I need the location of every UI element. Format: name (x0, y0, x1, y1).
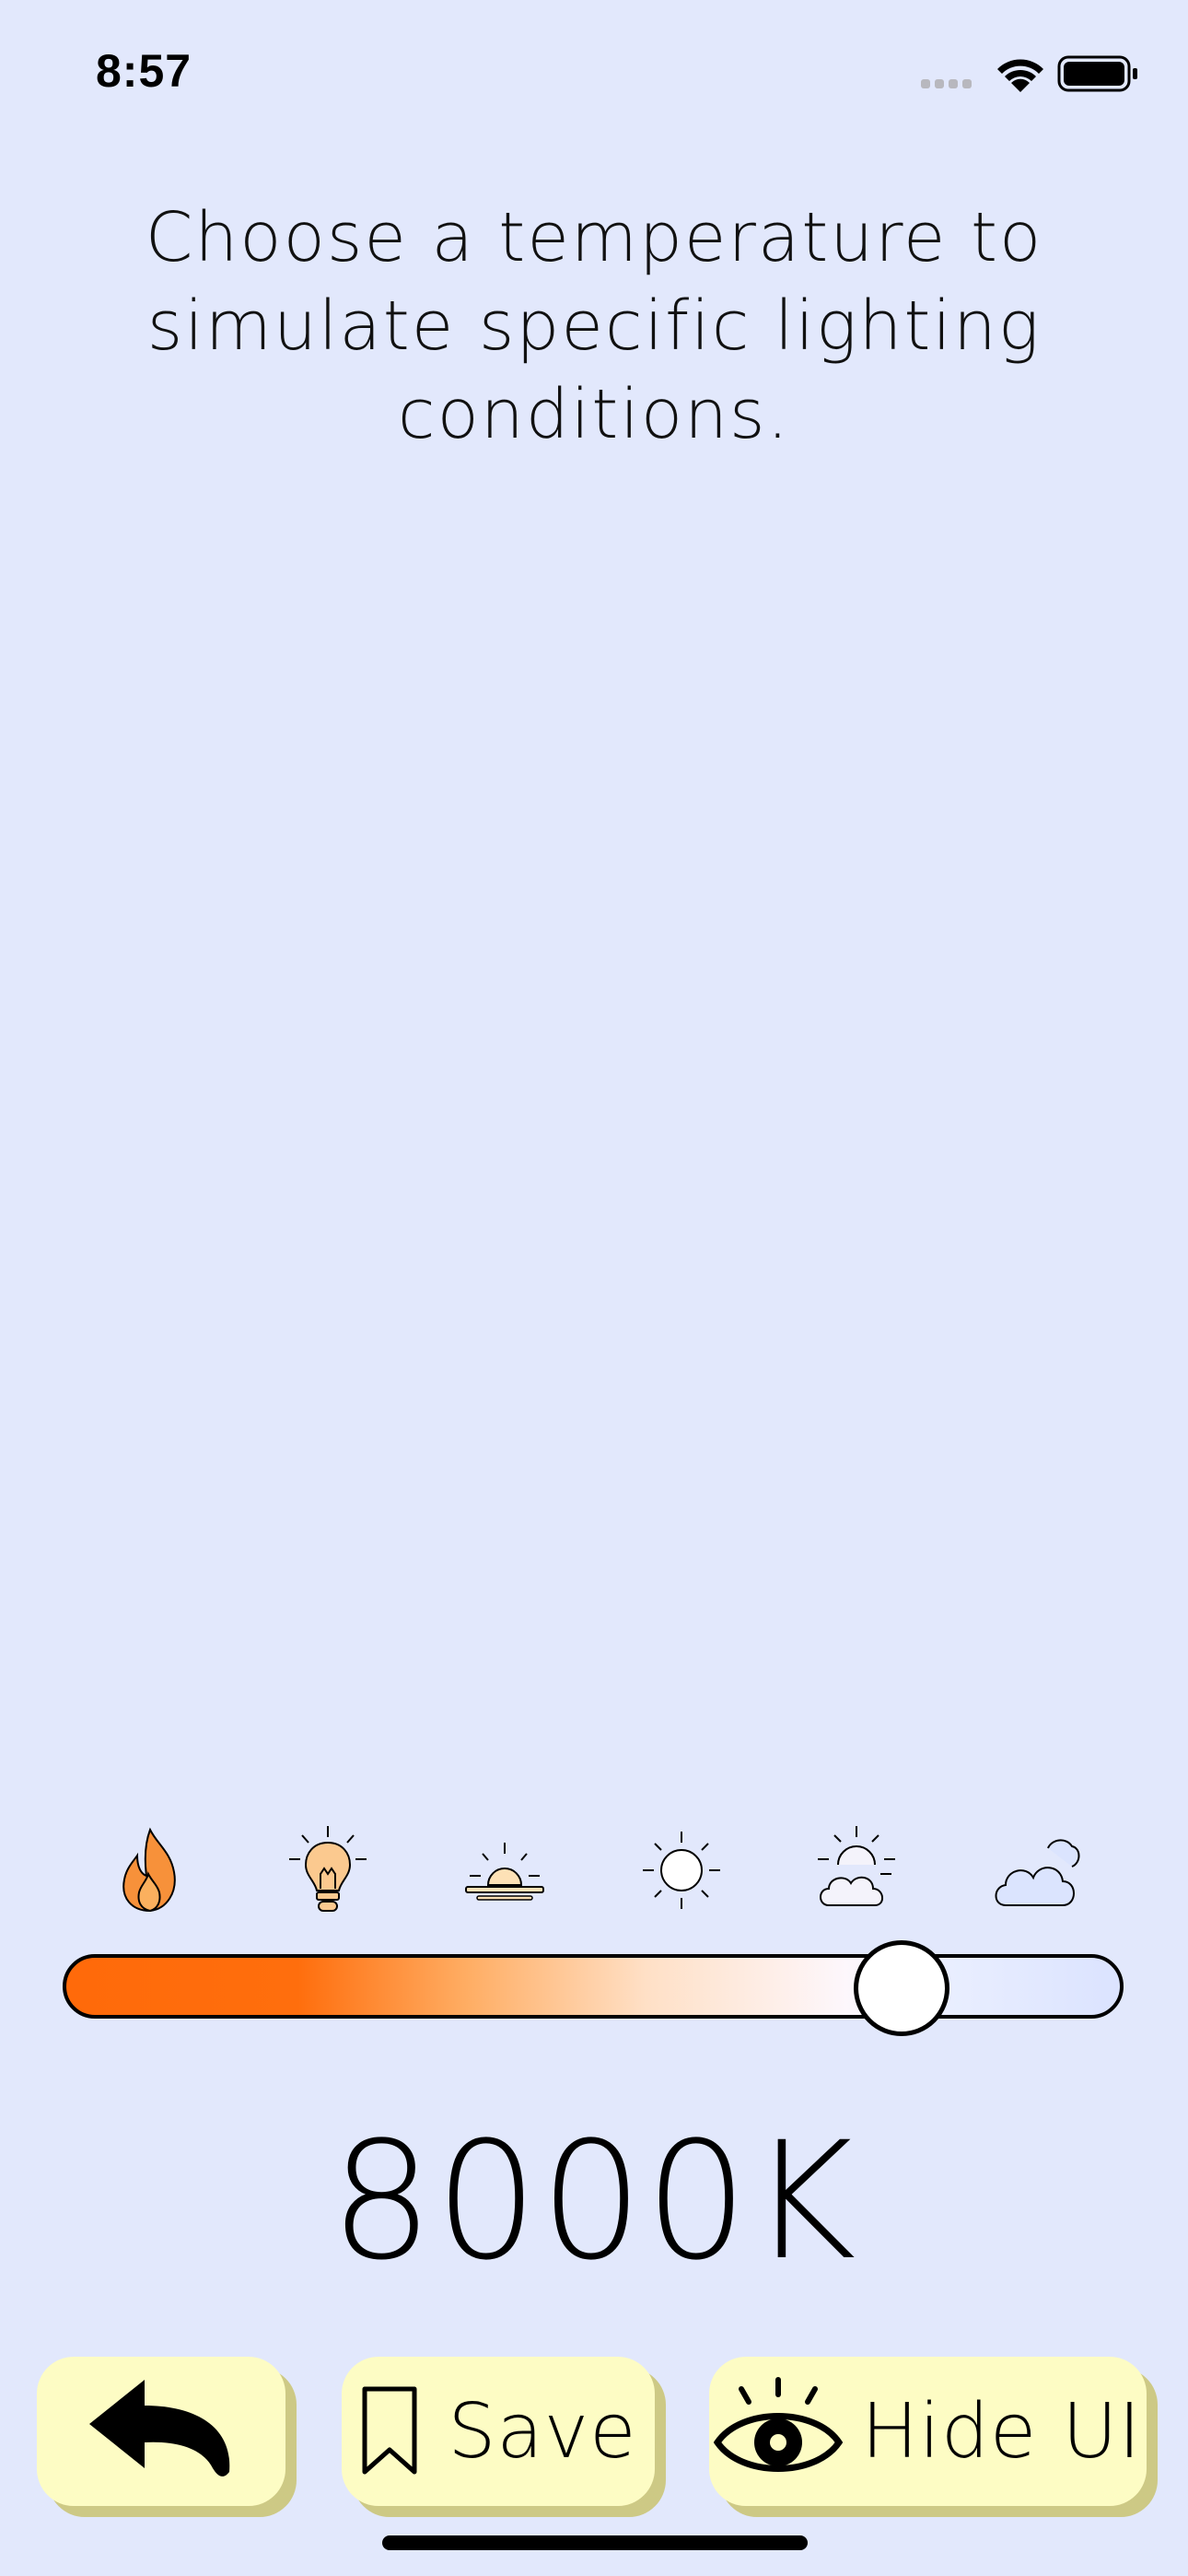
status-time: 8:57 (96, 45, 192, 97)
flame-icon[interactable] (104, 1824, 196, 1916)
back-arrow-icon (89, 2380, 230, 2476)
instruction-text: Choose a temperature to simulate specifi… (138, 193, 1050, 459)
instruction-line-3: conditions. (397, 375, 791, 454)
lightbulb-icon[interactable] (282, 1824, 374, 1916)
bookmark-icon (362, 2386, 417, 2475)
sunrise-icon[interactable] (459, 1824, 551, 1916)
sun-icon[interactable] (635, 1824, 728, 1916)
instruction-line-2: simulate specific lighting (146, 287, 1042, 366)
instruction-line-1: Choose a temperature to (145, 198, 1043, 277)
back-button[interactable] (37, 2357, 285, 2506)
temperature-slider-track[interactable] (63, 1954, 1124, 2019)
partly-cloudy-icon[interactable] (814, 1824, 906, 1916)
status-icons (921, 55, 1137, 92)
battery-icon (1057, 55, 1137, 92)
save-label: Save (448, 2387, 637, 2476)
temperature-slider-thumb[interactable] (854, 1940, 949, 2036)
save-button[interactable]: Save (342, 2357, 655, 2506)
hide-ui-label: Hide UI (861, 2387, 1142, 2476)
home-indicator[interactable] (382, 2535, 808, 2550)
temperature-value: 8000K (330, 2107, 858, 2296)
cloudy-icon[interactable] (991, 1824, 1083, 1916)
eye-icon (714, 2377, 844, 2472)
wifi-icon (997, 59, 1043, 92)
cellular-signal-icon (921, 79, 972, 88)
hide-ui-button[interactable]: Hide UI (709, 2357, 1147, 2506)
